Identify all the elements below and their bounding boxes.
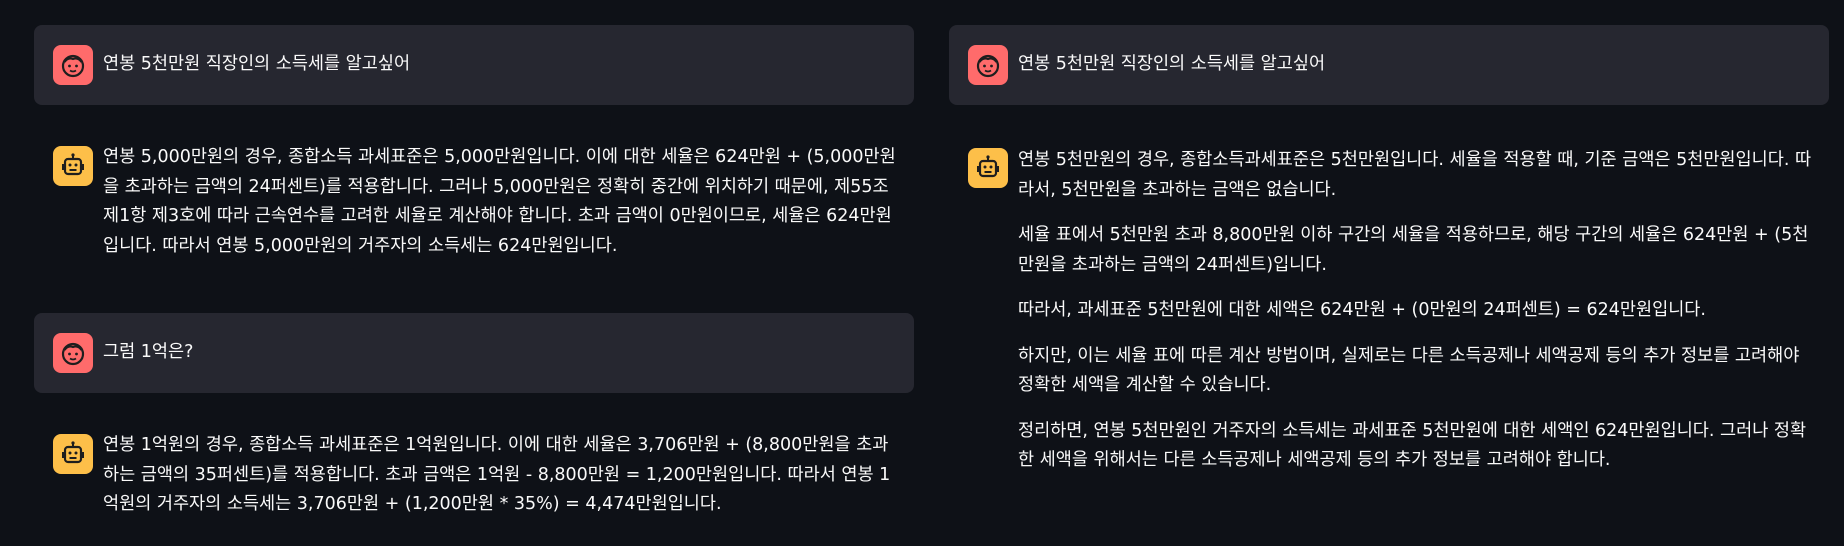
user-avatar: [53, 45, 93, 85]
robot-icon: [62, 153, 84, 176]
assistant-avatar: [53, 434, 93, 474]
face-icon: [61, 342, 85, 366]
face-icon: [61, 54, 85, 78]
message-paragraph: 따라서, 과세표준 5천만원에 대한 세액은 624만원 + (0만원의 24퍼…: [1018, 300, 1706, 320]
robot-icon: [62, 441, 84, 464]
message-paragraph: 연봉 1억원의 경우, 종합소득 과세표준은 1억원입니다. 이에 대한 세율은…: [103, 435, 891, 514]
user-message: 연봉 5천만원 직장인의 소득세를 알고싶어: [949, 25, 1829, 105]
assistant-message: 연봉 5천만원의 경우, 종합소득과세표준은 5천만원입니다. 세율을 적용할 …: [949, 128, 1829, 538]
message-paragraph: 연봉 5천만원의 경우, 종합소득과세표준은 5천만원입니다. 세율을 적용할 …: [1018, 150, 1812, 200]
message-text: 그럼 1억은?: [103, 342, 194, 362]
assistant-avatar: [53, 146, 93, 186]
user-message: 연봉 5천만원 직장인의 소득세를 알고싶어: [34, 25, 914, 105]
message-text: 연봉 5천만원 직장인의 소득세를 알고싶어: [1018, 54, 1326, 74]
user-avatar: [53, 333, 93, 373]
assistant-message: 연봉 1억원의 경우, 종합소득 과세표준은 1억원입니다. 이에 대한 세율은…: [34, 414, 914, 534]
face-icon: [976, 54, 1000, 78]
message-text: 연봉 5,000만원의 경우, 종합소득 과세표준은 5,000만원입니다. 이…: [103, 143, 904, 261]
message-paragraph: 하지만, 이는 세율 표에 따른 계산 방법이며, 실제로는 다른 소득공제나 …: [1018, 345, 1800, 396]
message-text: 연봉 5천만원의 경우, 종합소득과세표준은 5천만원입니다. 세율을 적용할 …: [1018, 146, 1819, 476]
robot-icon: [977, 155, 999, 178]
assistant-avatar: [968, 148, 1008, 188]
assistant-message: 연봉 5,000만원의 경우, 종합소득 과세표준은 5,000만원입니다. 이…: [34, 126, 914, 276]
user-avatar: [968, 45, 1008, 85]
message-paragraph: 세율 표에서 5천만원 초과 8,800만원 이하 구간의 세율을 적용하므로,…: [1018, 225, 1809, 275]
user-message: 그럼 1억은?: [34, 313, 914, 393]
message-paragraph: 정리하면, 연봉 5천만원인 거주자의 소득세는 과세표준 5천만원에 대한 세…: [1018, 420, 1807, 471]
message-paragraph: 연봉 5,000만원의 경우, 종합소득 과세표준은 5,000만원입니다. 이…: [103, 147, 896, 256]
message-text: 연봉 5천만원 직장인의 소득세를 알고싶어: [103, 54, 411, 74]
message-text: 연봉 1억원의 경우, 종합소득 과세표준은 1억원입니다. 이에 대한 세율은…: [103, 431, 904, 520]
